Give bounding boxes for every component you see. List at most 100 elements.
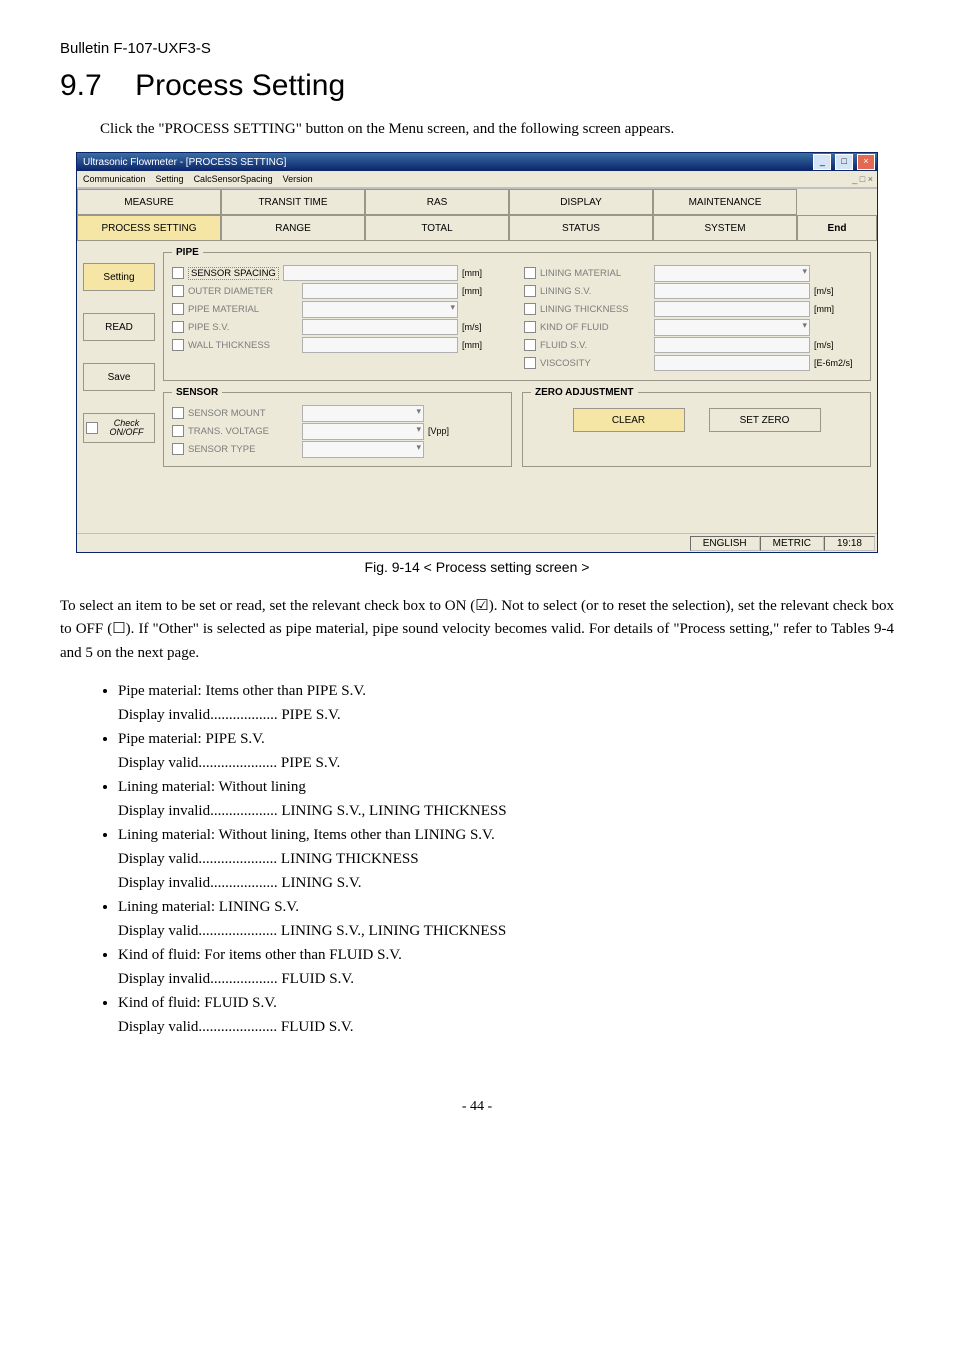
list-item: Lining material: LINING S.V. Display val… (118, 895, 894, 943)
end-button[interactable]: End (797, 215, 877, 241)
list-item-text: Display valid..................... LININ… (118, 923, 506, 939)
statusbar: ENGLISH METRIC 19:18 (77, 533, 877, 552)
dd-trans-voltage[interactable] (302, 423, 424, 440)
inp-lining-sv[interactable] (654, 283, 810, 299)
inp-pipe-sv[interactable] (302, 319, 458, 335)
chk-lining-sv[interactable] (524, 285, 536, 297)
row-pipe-material: PIPE MATERIAL (172, 300, 510, 318)
chk-sensor-spacing[interactable] (172, 267, 184, 279)
tab-process-setting[interactable]: PROCESS SETTING (77, 215, 221, 241)
chk-sensor-mount[interactable] (172, 407, 184, 419)
inp-lining-thickness[interactable] (654, 301, 810, 317)
chk-trans-voltage[interactable] (172, 425, 184, 437)
dd-lining-material[interactable] (654, 265, 810, 282)
lbl-wall-thickness: WALL THICKNESS (188, 340, 298, 351)
tab-maintenance[interactable]: MAINTENANCE (653, 189, 797, 215)
tab-status[interactable]: STATUS (509, 215, 653, 241)
chk-kind-of-fluid[interactable] (524, 321, 536, 333)
menu-calcsensorspacing[interactable]: CalcSensorSpacing (194, 174, 273, 184)
list-item: Lining material: Without lining Display … (118, 775, 894, 823)
chk-viscosity[interactable] (524, 357, 536, 369)
lbl-lining-sv: LINING S.V. (540, 286, 650, 297)
inp-outer-diameter[interactable] (302, 283, 458, 299)
save-button[interactable]: Save (83, 363, 155, 391)
inp-viscosity[interactable] (654, 355, 810, 371)
status-language: ENGLISH (690, 536, 760, 551)
row-fluid-sv: FLUID S.V. [m/s] (524, 336, 862, 354)
unit-fluid-sv: [m/s] (814, 340, 862, 350)
chk-wall-thickness[interactable] (172, 339, 184, 351)
maximize-icon[interactable]: □ (835, 154, 853, 170)
row-sensor-type: SENSOR TYPE (172, 440, 503, 458)
chk-fluid-sv[interactable] (524, 339, 536, 351)
unit-lining-sv: [m/s] (814, 286, 862, 296)
lbl-viscosity: VISCOSITY (540, 358, 650, 369)
chk-lining-thickness[interactable] (524, 303, 536, 315)
list-item-text: Display valid..................... LININ… (118, 851, 419, 867)
chk-outer-diameter[interactable] (172, 285, 184, 297)
row-sensor-mount: SENSOR MOUNT (172, 404, 503, 422)
tab-ras[interactable]: RAS (365, 189, 509, 215)
clear-button[interactable]: CLEAR (573, 408, 685, 432)
window-title: Ultrasonic Flowmeter - [PROCESS SETTING] (83, 157, 286, 168)
unit-trans-voltage: [Vpp] (428, 426, 476, 436)
tab-display[interactable]: DISPLAY (509, 189, 653, 215)
menu-communication[interactable]: Communication (83, 174, 146, 184)
unit-pipe-sv: [m/s] (462, 322, 510, 332)
lbl-kind-of-fluid: KIND OF FLUID (540, 322, 650, 333)
chk-pipe-sv[interactable] (172, 321, 184, 333)
dd-kind-of-fluid[interactable] (654, 319, 810, 336)
list-item-text: Lining material: Without lining, Items o… (118, 827, 495, 843)
status-unit-system: METRIC (760, 536, 824, 551)
zero-adjustment-group: ZERO ADJUSTMENT CLEAR SET ZERO (522, 387, 871, 467)
minimize-icon[interactable]: _ (813, 154, 831, 170)
check-onoff-button[interactable]: Check ON/OFF (83, 413, 155, 443)
menu-setting[interactable]: Setting (156, 174, 184, 184)
tab-measure[interactable]: MEASURE (77, 189, 221, 215)
tab-range[interactable]: RANGE (221, 215, 365, 241)
lbl-sensor-spacing: SENSOR SPACING (188, 267, 279, 280)
app-window: Ultrasonic Flowmeter - [PROCESS SETTING]… (76, 152, 878, 553)
inp-fluid-sv[interactable] (654, 337, 810, 353)
tab-system[interactable]: SYSTEM (653, 215, 797, 241)
chk-lining-material[interactable] (524, 267, 536, 279)
setting-button[interactable]: Setting (83, 263, 155, 291)
menu-version[interactable]: Version (283, 174, 313, 184)
row-sensor-spacing: SENSOR SPACING [mm] (172, 264, 510, 282)
read-button[interactable]: READ (83, 313, 155, 341)
unit-wall-thickness: [mm] (462, 340, 510, 350)
tab-transit-time[interactable]: TRANSIT TIME (221, 189, 365, 215)
tab-total[interactable]: TOTAL (365, 215, 509, 241)
dd-pipe-material[interactable] (302, 301, 458, 318)
side-column: Setting READ Save Check ON/OFF (83, 247, 155, 527)
list-item-text: Display invalid.................. LINING… (118, 875, 361, 891)
list-item-text: Pipe material: Items other than PIPE S.V… (118, 683, 366, 699)
mdi-child-controls[interactable]: _ □ × (852, 174, 873, 184)
inp-wall-thickness[interactable] (302, 337, 458, 353)
inp-sensor-spacing[interactable] (283, 265, 458, 281)
list-item-text: Display invalid.................. LINING… (118, 803, 507, 819)
main-column: PIPE SENSOR SPACING [mm] OUTER DIAMETER (163, 247, 871, 527)
pipe-group: PIPE SENSOR SPACING [mm] OUTER DIAMETER (163, 247, 871, 381)
bullet-list: Pipe material: Items other than PIPE S.V… (60, 679, 894, 1039)
close-icon[interactable]: × (857, 154, 875, 170)
set-zero-button[interactable]: SET ZERO (709, 408, 821, 432)
chk-sensor-type[interactable] (172, 443, 184, 455)
bulletin-header: Bulletin F-107-UXF3-S (60, 40, 894, 57)
sensor-legend: SENSOR (172, 387, 222, 398)
lbl-outer-diameter: OUTER DIAMETER (188, 286, 298, 297)
row-trans-voltage: TRANS. VOLTAGE [Vpp] (172, 422, 503, 440)
lbl-trans-voltage: TRANS. VOLTAGE (188, 426, 298, 437)
explanatory-paragraph: To select an item to be set or read, set… (60, 595, 894, 665)
lbl-pipe-material: PIPE MATERIAL (188, 304, 298, 315)
dd-sensor-type[interactable] (302, 441, 424, 458)
titlebar: Ultrasonic Flowmeter - [PROCESS SETTING]… (77, 153, 877, 171)
lead-paragraph: Click the "PROCESS SETTING" button on th… (100, 121, 894, 138)
row-lining-sv: LINING S.V. [m/s] (524, 282, 862, 300)
dd-sensor-mount[interactable] (302, 405, 424, 422)
chk-pipe-material[interactable] (172, 303, 184, 315)
check-onoff-checkbox[interactable] (86, 422, 98, 434)
zero-legend: ZERO ADJUSTMENT (531, 387, 638, 398)
sensor-group: SENSOR SENSOR MOUNT TRANS. VOLTAGE [Vpp] (163, 387, 512, 467)
list-item-text: Display valid..................... FLUID… (118, 1019, 354, 1035)
